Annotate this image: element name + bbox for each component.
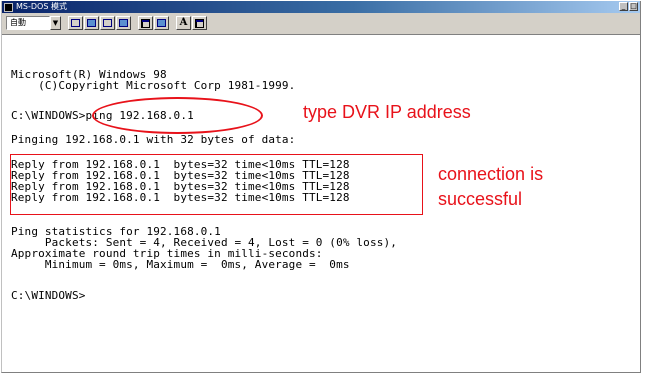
- fullscreen-icon: [119, 19, 128, 27]
- minimize-button[interactable]: _: [619, 2, 628, 11]
- edit-button[interactable]: [192, 16, 207, 30]
- background-button[interactable]: [154, 16, 169, 30]
- console-prompt: C:\WINDOWS>: [11, 289, 86, 302]
- maximize-button[interactable]: □: [629, 2, 638, 11]
- console-line: Minimum = 0ms, Maximum = 0ms, Average = …: [11, 258, 350, 271]
- copy-button[interactable]: [84, 16, 99, 30]
- font-icon: A: [179, 17, 188, 28]
- mark-icon: [71, 19, 80, 27]
- chevron-down-icon[interactable]: ▼: [50, 16, 61, 30]
- font-button[interactable]: A: [176, 16, 191, 30]
- window-controls: _ □: [619, 2, 638, 11]
- ip-highlight-ellipse: [92, 97, 263, 134]
- console-line: (C)Copyright Microsoft Corp 1981-1999.: [11, 79, 296, 92]
- toolbar: 自動 ▼ A: [2, 13, 640, 35]
- properties-icon: [141, 18, 150, 28]
- edit-icon: [195, 18, 204, 28]
- properties-button[interactable]: [138, 16, 153, 30]
- paste-icon: [103, 19, 112, 27]
- success-annotation-line1: connection is: [438, 164, 544, 184]
- msdos-app-icon[interactable]: [4, 2, 13, 12]
- console-line: Pinging 192.168.0.1 with 32 bytes of dat…: [11, 133, 296, 146]
- reply-highlight-box: [10, 154, 423, 215]
- mark-button[interactable]: [68, 16, 83, 30]
- fullscreen-button[interactable]: [116, 16, 131, 30]
- msdos-window: MS-DOS 模式 _ □ 自動 ▼ A Microsoft(R) Window…: [1, 1, 641, 373]
- window-title: MS-DOS 模式: [16, 2, 67, 11]
- copy-icon: [87, 19, 96, 27]
- background-icon: [157, 19, 166, 27]
- success-annotation-line2: successful: [438, 189, 523, 209]
- font-size-select[interactable]: 自動: [6, 16, 50, 30]
- title-bar[interactable]: MS-DOS 模式 _ □: [2, 1, 640, 13]
- paste-button[interactable]: [100, 16, 115, 30]
- ip-hint-annotation: type DVR IP address: [303, 102, 471, 122]
